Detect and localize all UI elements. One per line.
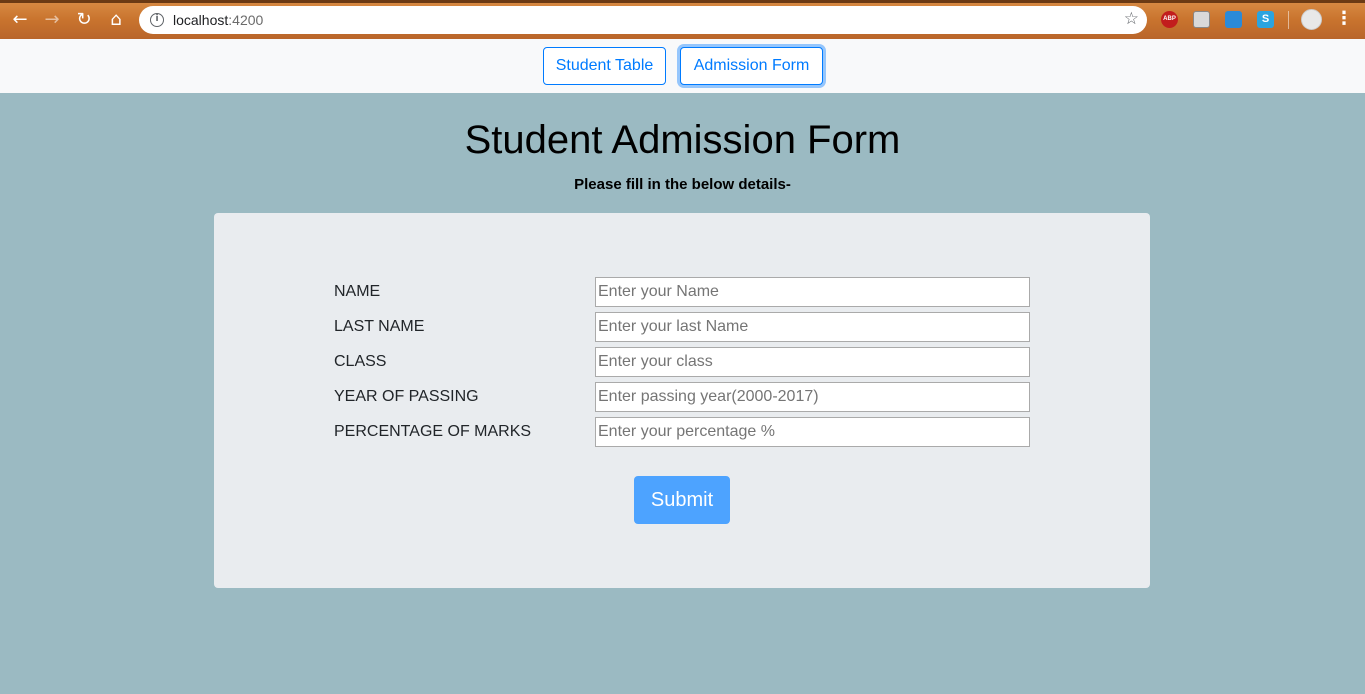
- year-of-passing-label: YEAR OF PASSING: [334, 388, 479, 405]
- admission-form-card: NAME LAST NAME CLASS YEAR OF PASSING PER…: [214, 213, 1150, 588]
- reload-icon[interactable]: ↻: [72, 8, 96, 32]
- submit-button[interactable]: Submit: [634, 476, 730, 524]
- percentage-input[interactable]: [595, 417, 1030, 447]
- percentage-label: PERCENTAGE OF MARKS: [334, 423, 532, 440]
- form-row-last-name: LAST NAME: [334, 312, 1030, 342]
- browser-menu-icon[interactable]: ⋮: [1335, 8, 1353, 30]
- extension-icon[interactable]: [1225, 11, 1242, 28]
- page-subtitle: Please fill in the below details-: [574, 176, 791, 193]
- student-table-button[interactable]: Student Table: [543, 47, 666, 85]
- extension-icon[interactable]: [1193, 11, 1210, 28]
- name-input[interactable]: [595, 277, 1030, 307]
- form-row-class: CLASS: [334, 347, 1030, 377]
- browser-toolbar: ← → ↻ ⌂ i localhost:4200 ☆ ABP S ⋮: [0, 0, 1365, 39]
- toolbar-divider: [1288, 11, 1289, 29]
- class-label: CLASS: [334, 353, 387, 370]
- address-url[interactable]: localhost:4200: [173, 12, 263, 28]
- app-navbar: Student Table Admission Form: [0, 39, 1365, 93]
- class-input[interactable]: [595, 347, 1030, 377]
- forward-icon[interactable]: →: [40, 8, 64, 32]
- home-icon[interactable]: ⌂: [104, 8, 128, 32]
- back-icon[interactable]: ←: [8, 8, 32, 32]
- last-name-label: LAST NAME: [334, 318, 425, 335]
- skype-extension-icon[interactable]: S: [1257, 11, 1274, 28]
- last-name-input[interactable]: [595, 312, 1030, 342]
- profile-avatar-icon[interactable]: [1301, 9, 1322, 30]
- tab-strip: [0, 0, 1365, 3]
- form-row-year-of-passing: YEAR OF PASSING: [334, 382, 1030, 412]
- page-title: Student Admission Form: [464, 118, 901, 162]
- site-info-icon[interactable]: i: [150, 13, 164, 27]
- year-of-passing-input[interactable]: [595, 382, 1030, 412]
- address-bar[interactable]: i localhost:4200 ☆: [139, 6, 1147, 34]
- adblock-extension-icon[interactable]: ABP: [1161, 11, 1178, 28]
- name-label: NAME: [334, 283, 381, 300]
- form-row-percentage: PERCENTAGE OF MARKS: [334, 417, 1030, 447]
- admission-form-button[interactable]: Admission Form: [680, 47, 823, 85]
- bookmark-star-icon[interactable]: ☆: [1124, 9, 1139, 29]
- form-row-name: NAME: [334, 277, 1030, 307]
